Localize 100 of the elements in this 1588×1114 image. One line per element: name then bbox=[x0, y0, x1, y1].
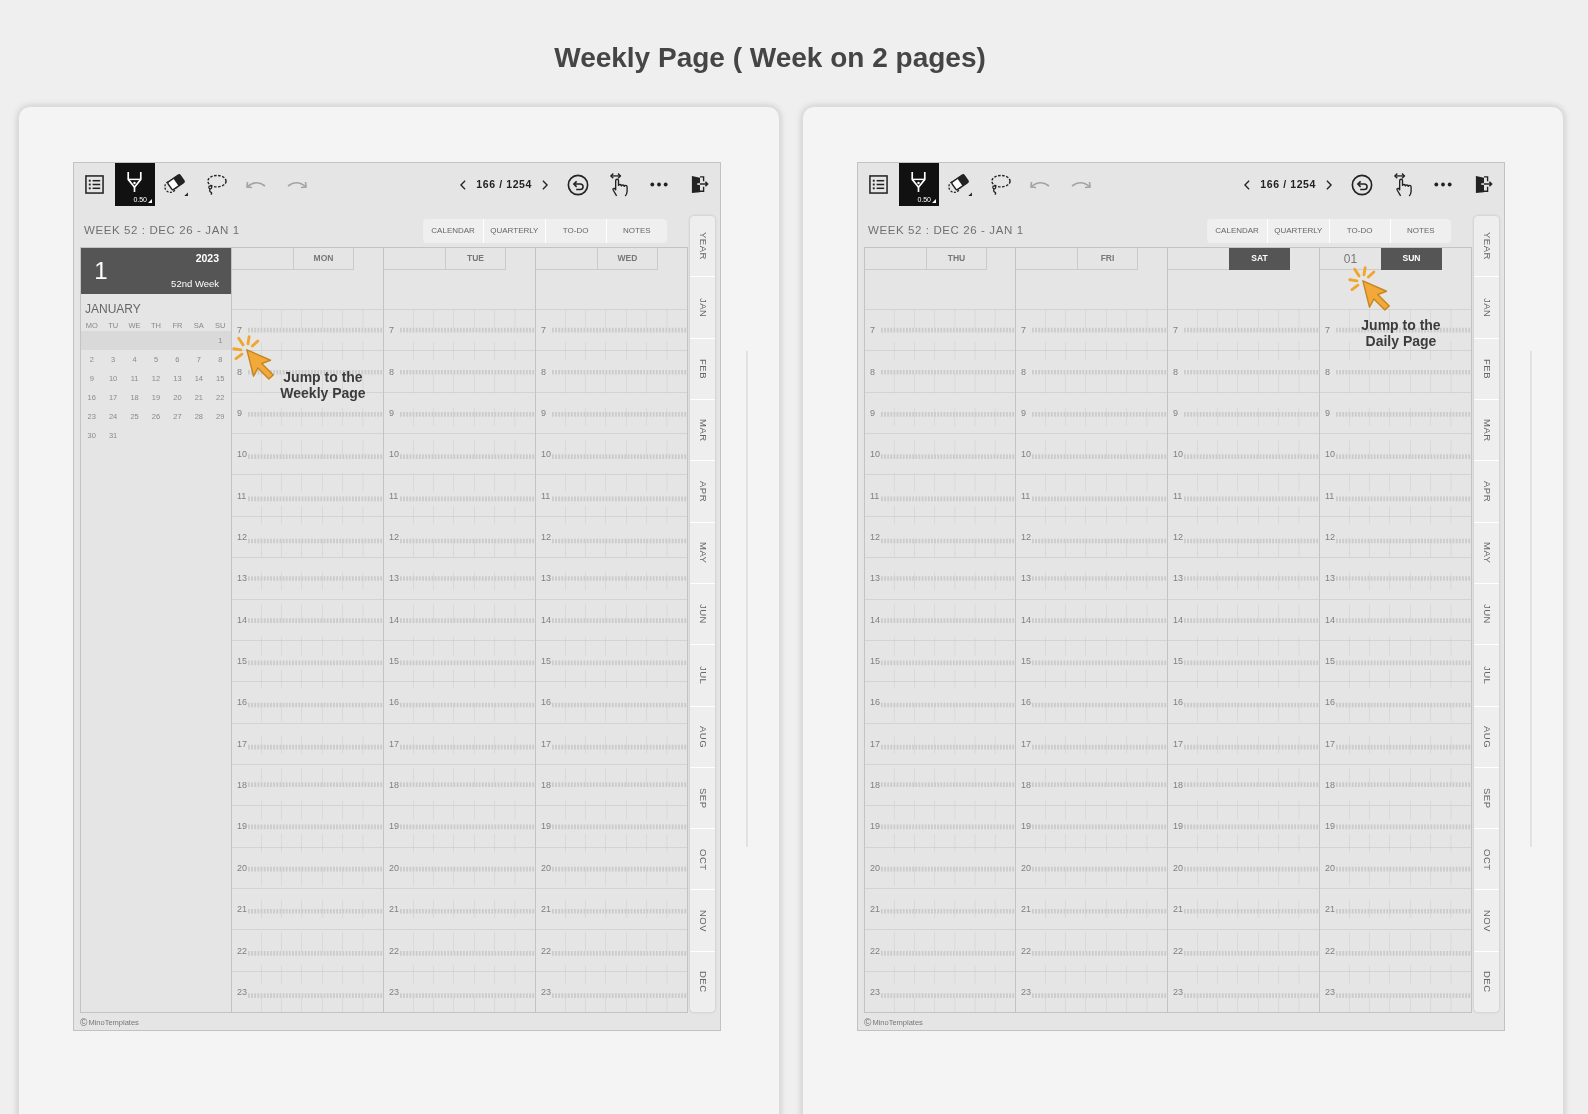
month-tab[interactable]: MAY bbox=[690, 521, 715, 583]
month-tab[interactable]: JAN bbox=[690, 276, 715, 338]
undo-icon bbox=[1029, 179, 1052, 190]
hour-label: 16 bbox=[237, 697, 247, 708]
month-tab[interactable]: OCT bbox=[690, 828, 715, 890]
hour-label: 7 bbox=[870, 325, 875, 336]
nav-tab[interactable]: QUARTERLY bbox=[483, 219, 545, 243]
month-tab[interactable]: APR bbox=[1474, 460, 1499, 522]
hour-label: 21 bbox=[541, 904, 551, 915]
month-tab[interactable]: JUL bbox=[690, 644, 715, 706]
month-tab[interactable]: YEAR bbox=[690, 216, 715, 277]
date-header[interactable]: 1 2023 52nd Week bbox=[81, 248, 231, 294]
day-label[interactable]: THU bbox=[926, 248, 987, 270]
hour-label: 11 bbox=[870, 490, 880, 501]
more-icon bbox=[1433, 182, 1454, 187]
hour-label: 20 bbox=[541, 862, 551, 873]
hour-label: 15 bbox=[1021, 656, 1031, 667]
nav-tab[interactable]: TO-DO bbox=[1328, 219, 1390, 243]
hour-label: 8 bbox=[1325, 366, 1330, 377]
hour-label: 18 bbox=[1173, 780, 1183, 791]
hour-label: 23 bbox=[1325, 986, 1335, 997]
copyright-symbol: © bbox=[80, 1016, 88, 1028]
month-tab[interactable]: MAR bbox=[690, 398, 715, 461]
hour-label: 14 bbox=[237, 614, 247, 625]
nav-tab[interactable]: TO-DO bbox=[544, 219, 606, 243]
hour-label: 12 bbox=[1325, 531, 1335, 542]
month-tab[interactable]: DEC bbox=[1474, 950, 1499, 1013]
pen-icon bbox=[911, 170, 927, 193]
hour-label: 17 bbox=[1325, 738, 1335, 749]
hour-label: 12 bbox=[1021, 531, 1031, 542]
hour-label: 18 bbox=[870, 780, 880, 791]
month-tab[interactable]: NOV bbox=[690, 889, 715, 951]
month-tab[interactable]: FEB bbox=[690, 337, 715, 399]
hour-label: 8 bbox=[237, 366, 242, 377]
nav-tab[interactable]: CALENDAR bbox=[1207, 219, 1268, 243]
month-tab[interactable]: APR bbox=[690, 460, 715, 522]
month-tab[interactable]: OCT bbox=[1474, 828, 1499, 890]
month-tab[interactable]: AUG bbox=[690, 705, 715, 767]
day-label[interactable]: SAT bbox=[1229, 248, 1290, 270]
hour-label: 17 bbox=[1021, 738, 1031, 749]
hour-label: 22 bbox=[1325, 945, 1335, 956]
day-label[interactable]: MON bbox=[293, 248, 354, 270]
day-label[interactable]: SUN bbox=[1381, 248, 1442, 270]
hour-label: 7 bbox=[237, 325, 242, 336]
month-tab[interactable]: JUN bbox=[1474, 582, 1499, 645]
month-tab[interactable]: YEAR bbox=[1474, 216, 1499, 277]
hour-label: 13 bbox=[870, 573, 880, 584]
month-tab[interactable]: SEP bbox=[690, 766, 715, 829]
nav-tab[interactable]: NOTES bbox=[605, 219, 667, 243]
lasso-icon bbox=[988, 174, 1011, 195]
hour-label: 23 bbox=[389, 986, 399, 997]
hour-label: 11 bbox=[1021, 490, 1031, 501]
more-icon bbox=[649, 182, 670, 187]
hour-label: 16 bbox=[870, 697, 880, 708]
hour-label: 17 bbox=[237, 738, 247, 749]
year-label: 2023 bbox=[195, 252, 219, 264]
list-icon bbox=[84, 175, 104, 194]
nav-tab[interactable]: QUARTERLY bbox=[1267, 219, 1329, 243]
day-label[interactable]: WED bbox=[597, 248, 658, 270]
hour-label: 12 bbox=[541, 531, 551, 542]
month-tab[interactable]: JAN bbox=[1474, 276, 1499, 338]
day-label[interactable]: TUE bbox=[445, 248, 506, 270]
hour-label: 13 bbox=[237, 573, 247, 584]
hour-label: 14 bbox=[1021, 614, 1031, 625]
month-tab[interactable]: JUN bbox=[690, 582, 715, 645]
month-tab[interactable]: AUG bbox=[1474, 705, 1499, 767]
hour-label: 7 bbox=[541, 325, 546, 336]
hour-label: 21 bbox=[389, 904, 399, 915]
month-tab[interactable]: FEB bbox=[1474, 337, 1499, 399]
hour-label: 9 bbox=[1021, 407, 1026, 418]
hour-label: 20 bbox=[1021, 862, 1031, 873]
hour-label: 7 bbox=[1021, 325, 1026, 336]
hour-label: 22 bbox=[389, 945, 399, 956]
hour-label: 15 bbox=[1173, 656, 1183, 667]
hour-label: 13 bbox=[1021, 573, 1031, 584]
hour-label: 17 bbox=[541, 738, 551, 749]
month-tab[interactable]: DEC bbox=[690, 950, 715, 1013]
triangle-icon bbox=[932, 199, 936, 203]
hour-label: 9 bbox=[1173, 407, 1178, 418]
day-label[interactable]: FRI bbox=[1077, 248, 1138, 270]
chevron-right-icon bbox=[542, 179, 548, 190]
hour-label: 11 bbox=[389, 490, 399, 501]
hour-label: 20 bbox=[237, 862, 247, 873]
undo-icon bbox=[245, 179, 268, 190]
hand-swipe-icon bbox=[608, 172, 629, 197]
month-tab[interactable]: JUL bbox=[1474, 644, 1499, 706]
hour-label: 10 bbox=[389, 449, 399, 460]
eraser-icon bbox=[162, 172, 188, 197]
hour-label: 14 bbox=[1173, 614, 1183, 625]
hour-label: 10 bbox=[870, 449, 880, 460]
nav-tab[interactable]: CALENDAR bbox=[423, 219, 484, 243]
hour-label: 19 bbox=[1325, 821, 1335, 832]
nav-tab[interactable]: NOTES bbox=[1389, 219, 1451, 243]
month-tab[interactable]: MAR bbox=[1474, 398, 1499, 461]
month-tab[interactable]: MAY bbox=[1474, 521, 1499, 583]
callout-text: Jump to the Weekly Page bbox=[279, 369, 367, 401]
hour-label: 19 bbox=[1173, 821, 1183, 832]
hour-label: 20 bbox=[389, 862, 399, 873]
month-tab[interactable]: NOV bbox=[1474, 889, 1499, 951]
month-tab[interactable]: SEP bbox=[1474, 766, 1499, 829]
